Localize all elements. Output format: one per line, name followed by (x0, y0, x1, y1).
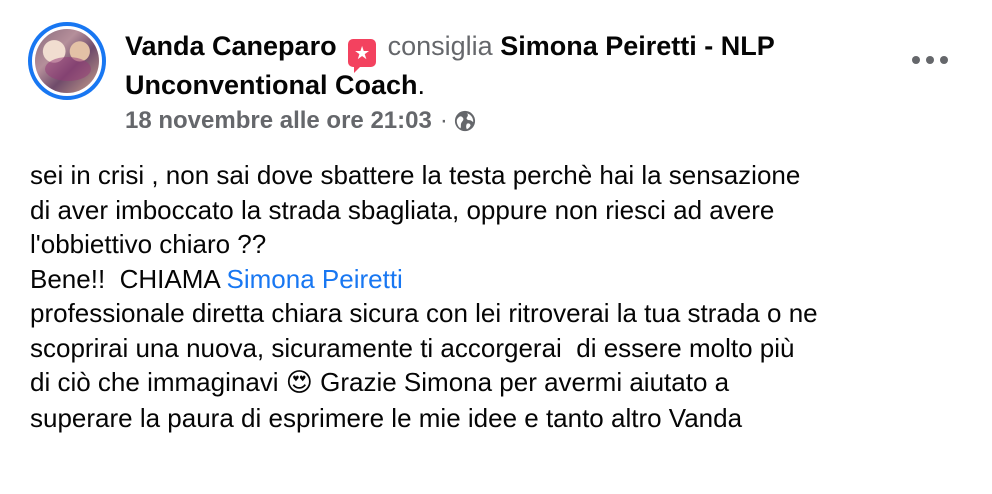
recommendation-post: Vanda Caneparo ★ consiglia Simona Peiret… (0, 0, 992, 494)
avatar-photo (35, 29, 99, 93)
post-meta: 18 novembre alle ore 21:03 · (125, 104, 476, 138)
body-text-segment: di ciò che immaginavi (30, 367, 286, 397)
more-dot-icon (926, 56, 934, 64)
post-timestamp[interactable]: 18 novembre alle ore 21:03 (125, 104, 432, 138)
star-badge-icon: ★ (348, 39, 377, 73)
body-line-mention: Bene!! CHIAMA Simona Peiretti (30, 262, 980, 297)
heart-eyes-emoji-icon: 😍 (285, 368, 313, 398)
post-header: Vanda Caneparo ★ consiglia Simona Peiret… (125, 28, 885, 103)
mention-link[interactable]: Simona Peiretti (227, 264, 403, 294)
body-line: superare la paura di esprimere le mie id… (30, 402, 743, 433)
body-line: di aver imboccato la strada sbagliata, o… (30, 194, 775, 225)
more-dot-icon (940, 56, 948, 64)
body-text-segment: Bene!! CHIAMA (30, 263, 227, 294)
body-line: professionale diretta chiara sicura con … (30, 298, 818, 328)
author-avatar[interactable] (28, 22, 106, 100)
more-dot-icon (912, 56, 920, 64)
body-line: sei in crisi , non sai dove sbattere la … (30, 160, 801, 190)
body-text-segment: Grazie Simona per avermi aiutato a (312, 367, 730, 397)
meta-separator: · (439, 107, 448, 134)
more-options-button[interactable] (912, 50, 948, 70)
recommends-verb: consiglia (387, 31, 493, 61)
body-line: l'obbiettivo chiaro ?? (30, 229, 267, 259)
header-period: . (417, 70, 426, 100)
post-body: sei in crisi , non sai dove sbattere la … (30, 158, 980, 435)
body-line: scoprirai una nuova, sicuramente ti acco… (30, 332, 795, 363)
author-name-link[interactable]: Vanda Caneparo (125, 31, 337, 61)
globe-icon[interactable] (454, 110, 476, 132)
body-line-emoji: di ciò che immaginavi 😍 Grazie Simona pe… (30, 365, 980, 401)
